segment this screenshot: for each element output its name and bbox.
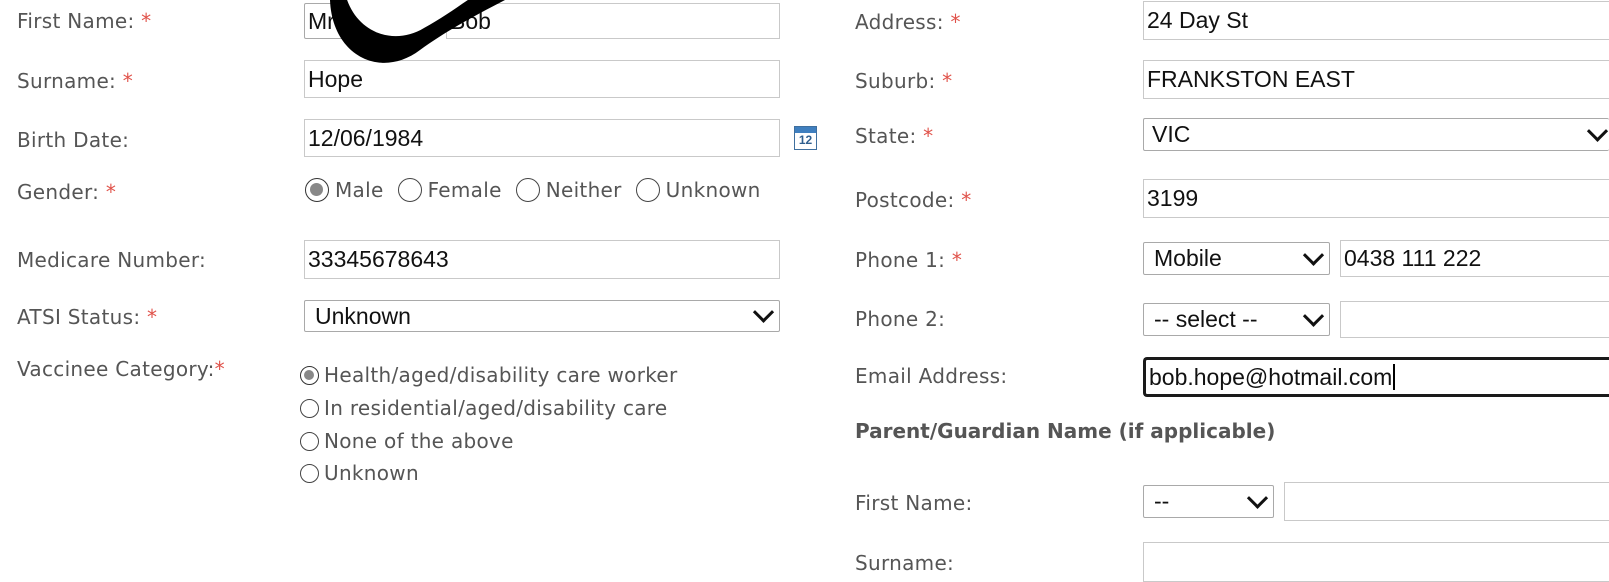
vaccinee-option-residential[interactable]: In residential/aged/disability care: [300, 396, 667, 420]
phone1-input[interactable]: 0438 111 222: [1340, 240, 1609, 277]
state-select[interactable]: VIC: [1143, 118, 1609, 151]
vaccinee-unknown-radio[interactable]: [300, 463, 319, 483]
email-input[interactable]: bob.hope@hotmail.com: [1143, 357, 1609, 397]
birth-date-label: Birth Date:: [17, 128, 130, 152]
vaccinee-option-none[interactable]: None of the above: [300, 429, 514, 453]
guardian-title-select[interactable]: --: [1143, 485, 1274, 518]
gender-male-radio[interactable]: [305, 178, 329, 202]
chevron-down-icon: [1586, 120, 1609, 142]
vaccinee-none-radio[interactable]: [300, 431, 319, 451]
phone2-label: Phone 2:: [855, 307, 946, 331]
postcode-label: Postcode: *: [855, 188, 972, 212]
guardian-surname-input[interactable]: [1143, 542, 1609, 582]
chevron-down-icon: [752, 301, 775, 323]
chevron-down-icon: [1246, 487, 1269, 509]
suburb-input[interactable]: FRANKSTON EAST: [1143, 60, 1609, 99]
gender-radio-group: Male Female Neither Unknown: [305, 178, 761, 202]
suburb-label: Suburb: *: [855, 69, 953, 93]
chevron-down-icon: [1302, 305, 1325, 327]
gender-female-radio[interactable]: [397, 178, 422, 202]
guardian-surname-label: Surname:: [855, 551, 955, 575]
guardian-section-title: Parent/Guardian Name (if applicable): [855, 419, 1276, 443]
vaccinee-residential-radio[interactable]: [300, 398, 319, 418]
address-label: Address: *: [855, 10, 961, 34]
vaccinee-option-health[interactable]: Health/aged/disability care worker: [300, 363, 678, 387]
guardian-first-name-input[interactable]: [1284, 482, 1609, 521]
medicare-input[interactable]: 33345678643: [304, 240, 780, 279]
birth-date-input[interactable]: 12/06/1984: [304, 119, 780, 157]
phone2-input[interactable]: [1340, 301, 1609, 338]
gender-unknown-radio[interactable]: [635, 178, 660, 202]
surname-label: Surname: *: [17, 69, 134, 93]
surname-input[interactable]: Hope: [304, 60, 780, 98]
gender-neither-radio[interactable]: [515, 178, 540, 202]
first-name-label: First Name: *: [17, 9, 152, 33]
gender-label: Gender: *: [17, 180, 117, 204]
text-cursor: [1393, 364, 1396, 390]
chevron-down-icon: [1302, 244, 1325, 266]
calendar-icon[interactable]: 12: [794, 126, 817, 150]
vaccinee-category-label: Vaccinee Category:*: [17, 357, 225, 381]
first-name-input[interactable]: Bob: [446, 3, 780, 39]
phone1-label: Phone 1: *: [855, 248, 963, 272]
guardian-first-name-label: First Name:: [855, 491, 973, 515]
address-input[interactable]: 24 Day St: [1143, 1, 1609, 40]
atsi-label: ATSI Status: *: [17, 305, 158, 329]
phone2-type-select[interactable]: -- select --: [1143, 303, 1330, 336]
chevron-down-icon: [405, 6, 428, 28]
vaccinee-option-unknown[interactable]: Unknown: [300, 461, 419, 485]
email-label: Email Address:: [855, 364, 1008, 388]
medicare-label: Medicare Number:: [17, 248, 207, 272]
atsi-select[interactable]: Unknown: [304, 300, 780, 332]
title-select[interactable]: Mr: [304, 3, 433, 39]
state-label: State: *: [855, 124, 934, 148]
postcode-input[interactable]: 3199: [1143, 179, 1609, 218]
vaccinee-health-radio[interactable]: [300, 365, 319, 385]
phone1-type-select[interactable]: Mobile: [1143, 242, 1330, 275]
